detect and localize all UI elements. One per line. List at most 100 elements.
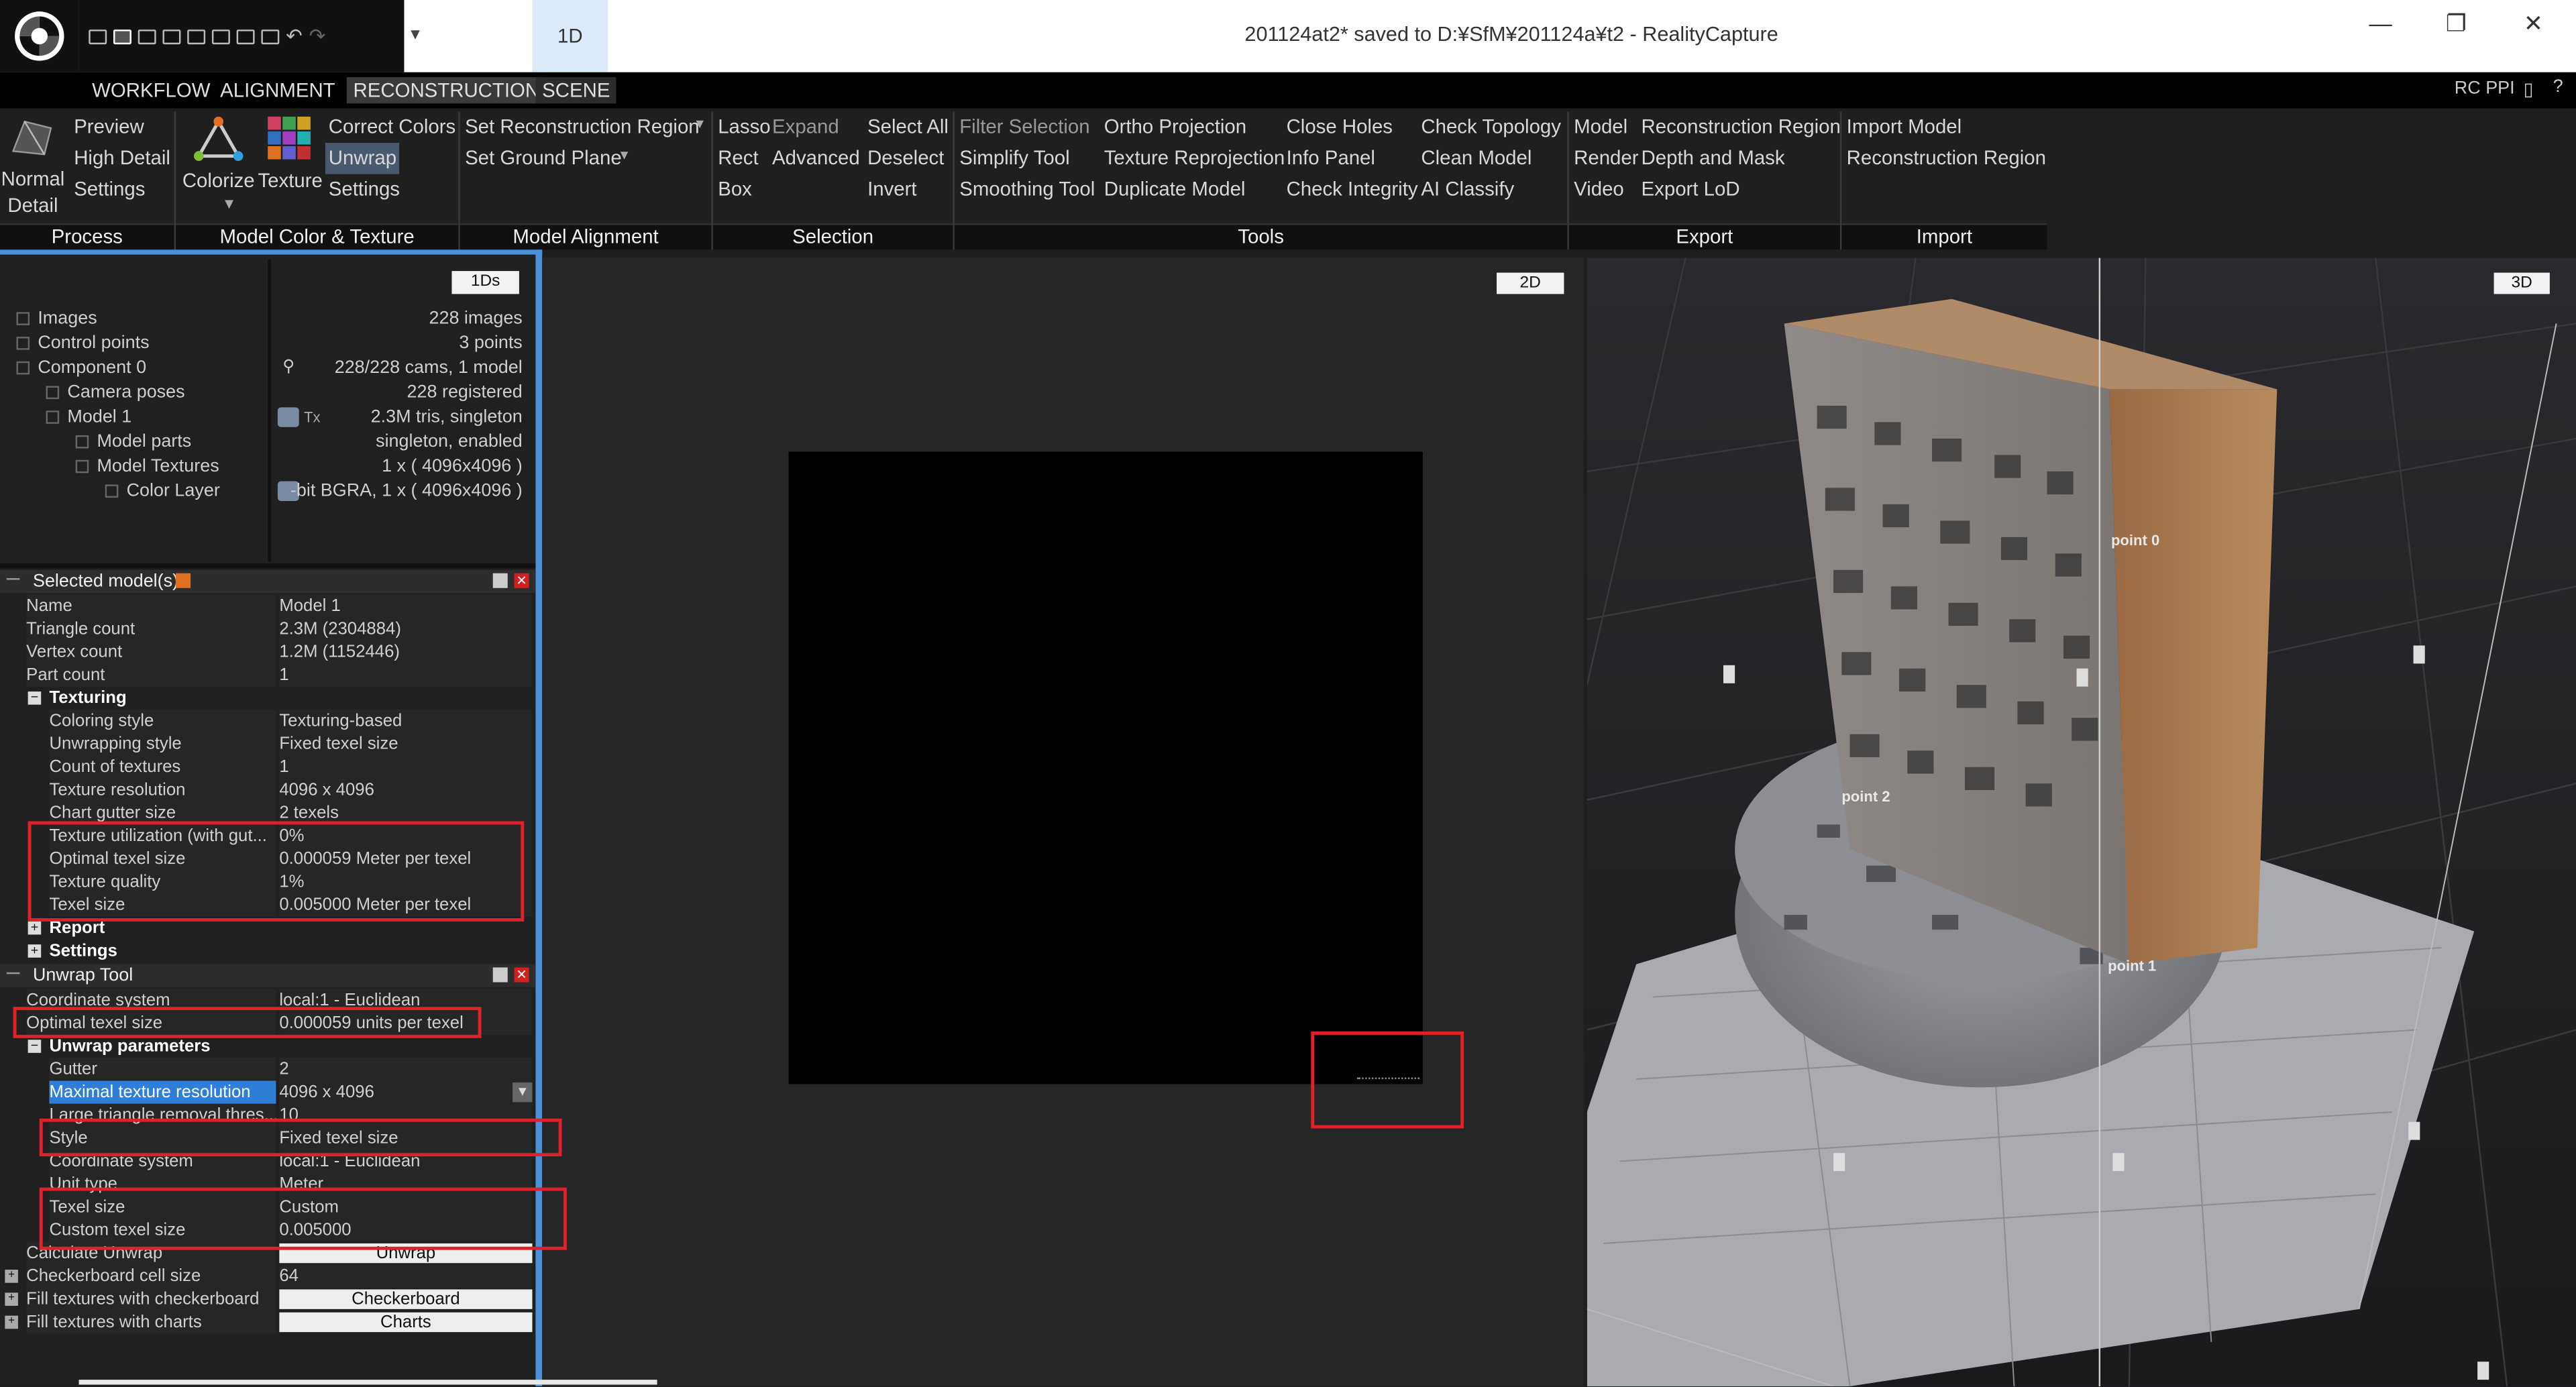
set-reconstruction-region-button[interactable]: Set Reconstruction Region xyxy=(465,112,700,144)
texture-button[interactable]: Texture xyxy=(258,166,322,197)
expand-icon[interactable] xyxy=(105,484,119,498)
clean-model-button[interactable]: Clean Model xyxy=(1421,143,1532,174)
tree-item-model[interactable]: Model 1 xyxy=(46,406,131,431)
texture-settings-button[interactable]: Settings xyxy=(329,174,400,206)
horizontal-scrollbar[interactable] xyxy=(78,1380,657,1385)
property-value[interactable]: 1.2M (1152446) xyxy=(279,641,533,664)
unwrap-tool-header[interactable]: Unwrap Tool ✕ xyxy=(0,964,536,987)
expand-icon[interactable]: + xyxy=(28,921,42,935)
property-row[interactable]: Vertex count 1.2M (1152446) xyxy=(0,641,535,664)
property-row[interactable]: Name Model 1 xyxy=(0,594,535,618)
tab-workflow[interactable]: WORKFLOW xyxy=(85,77,217,103)
close-panel-icon[interactable]: ✕ xyxy=(514,573,529,588)
tab-scene[interactable]: SCENE xyxy=(535,77,617,104)
minimize-button[interactable]: — xyxy=(2356,10,2405,36)
collapse-icon[interactable] xyxy=(75,459,89,474)
export-depth-mask-button[interactable]: Depth and Mask xyxy=(1642,143,1785,174)
texture-reprojection-button[interactable]: Texture Reprojection xyxy=(1104,143,1285,174)
redo-icon[interactable]: ↷ xyxy=(309,25,326,48)
expand-icon[interactable] xyxy=(16,312,30,325)
expand-icon[interactable] xyxy=(75,435,89,449)
texture-canvas[interactable] xyxy=(788,451,1423,1085)
property-row[interactable]: Unwrapping style Fixed texel size xyxy=(0,732,535,756)
lasso-button[interactable]: Lasso xyxy=(718,112,770,144)
collapse-icon[interactable] xyxy=(16,361,30,375)
import-model-button[interactable]: Import Model xyxy=(1847,112,1962,144)
expand-icon[interactable]: + xyxy=(5,1292,18,1306)
close-holes-button[interactable]: Close Holes xyxy=(1287,112,1393,144)
process-settings-button[interactable]: Settings xyxy=(74,174,145,206)
expand-button[interactable]: Expand xyxy=(772,112,839,144)
high-detail-button[interactable]: High Detail xyxy=(74,143,170,174)
export-lod-button[interactable]: Export LoD xyxy=(1642,174,1740,206)
layout-tab-1d[interactable]: 1D xyxy=(532,0,608,72)
collapse-icon[interactable]: − xyxy=(28,691,42,705)
property-value[interactable]: 2 xyxy=(279,1058,533,1081)
property-value[interactable]: Fixed texel size xyxy=(279,732,533,756)
view-3d[interactable] xyxy=(1587,258,2576,1386)
expand-icon[interactable]: + xyxy=(28,944,42,958)
selected-models-header[interactable]: Selected model(s) ✕ xyxy=(0,569,536,594)
export-model-button[interactable]: Model xyxy=(1574,112,1627,144)
layout-tab-1ds[interactable]: 1Ds xyxy=(451,271,519,294)
checkerboard-button[interactable]: Checkerboard xyxy=(279,1289,533,1309)
texture-icon[interactable] xyxy=(266,115,313,161)
expand-icon[interactable]: + xyxy=(5,1270,18,1283)
tree-item-model-textures[interactable]: Model Textures xyxy=(75,455,219,480)
close-button[interactable]: ✕ xyxy=(2509,10,2558,38)
collapse-icon[interactable] xyxy=(46,410,60,424)
collapse-icon[interactable] xyxy=(6,578,20,580)
quick-access-dropdown-icon[interactable]: ▾ xyxy=(411,23,420,44)
settings-section[interactable]: + Settings xyxy=(0,940,535,962)
rect-button[interactable]: Rect xyxy=(718,143,758,174)
ground-dropdown-icon[interactable]: ▼ xyxy=(618,148,631,162)
float-panel-icon[interactable] xyxy=(492,967,508,983)
restore-button[interactable]: ❐ xyxy=(2432,10,2481,38)
layout-2-icon[interactable] xyxy=(113,28,131,44)
preview-button[interactable]: Preview xyxy=(74,112,144,144)
property-row[interactable]: Triangle count 2.3M (2304884) xyxy=(0,617,535,641)
property-row[interactable]: Gutter 2 xyxy=(0,1058,535,1081)
property-value[interactable]: 64 xyxy=(279,1264,533,1288)
ortho-projection-button[interactable]: Ortho Projection xyxy=(1104,112,1246,144)
property-row[interactable]: Part count 1 xyxy=(0,663,535,687)
splitter[interactable] xyxy=(0,563,536,569)
property-value[interactable]: 2.3M (2304884) xyxy=(279,617,533,641)
simplify-tool-button[interactable]: Simplify Tool xyxy=(959,143,1069,174)
tree-item-images[interactable]: Images xyxy=(16,307,97,332)
advanced-button[interactable]: Advanced xyxy=(772,143,860,174)
float-panel-icon[interactable] xyxy=(492,573,508,588)
property-value[interactable]: 1 xyxy=(279,755,533,779)
filter-selection-button[interactable]: Filter Selection xyxy=(959,112,1089,144)
property-row[interactable]: Texture resolution 4096 x 4096 xyxy=(0,778,535,802)
correct-colors-button[interactable]: Correct Colors xyxy=(329,112,455,144)
property-row[interactable]: Maximal texture resolution 4096 x 4096 ▼ xyxy=(0,1080,535,1104)
view-tab-3d[interactable]: 3D xyxy=(2493,272,2550,294)
tree-item-camera-poses[interactable]: Camera poses xyxy=(46,381,185,406)
region-dropdown-icon[interactable]: ▼ xyxy=(693,117,706,131)
pin-icon[interactable] xyxy=(176,573,191,588)
property-value[interactable]: Texturing-based xyxy=(279,709,533,733)
invert-button[interactable]: Invert xyxy=(867,174,917,206)
unwrap-parameters-section[interactable]: − Unwrap parameters xyxy=(0,1035,535,1058)
check-topology-button[interactable]: Check Topology xyxy=(1421,112,1561,144)
expand-icon[interactable] xyxy=(46,386,60,400)
normal-detail-button[interactable]: Normal Detail xyxy=(0,166,66,218)
deselect-button[interactable]: Deselect xyxy=(867,143,944,174)
export-reconstruction-region-button[interactable]: Reconstruction Region xyxy=(1642,112,1841,144)
unwrap-button[interactable]: Unwrap xyxy=(325,143,400,174)
charts-button[interactable]: Charts xyxy=(279,1312,533,1333)
texturing-section[interactable]: − Texturing xyxy=(0,687,535,710)
expand-icon[interactable] xyxy=(16,337,30,350)
tab-alignment[interactable]: ALIGNMENT xyxy=(213,77,341,103)
layout-6-icon[interactable] xyxy=(211,28,230,44)
tree-item-model-parts[interactable]: Model parts xyxy=(75,431,191,455)
layout-1-icon[interactable] xyxy=(89,28,107,44)
tab-reconstruction[interactable]: RECONSTRUCTION xyxy=(346,77,546,104)
layout-3-icon[interactable] xyxy=(138,28,156,44)
property-row[interactable]: Coloring style Texturing-based xyxy=(0,709,535,733)
colorize-icon[interactable] xyxy=(193,115,244,164)
property-value[interactable]: Model 1 xyxy=(279,594,533,618)
info-panel-button[interactable]: Info Panel xyxy=(1287,143,1375,174)
undo-icon[interactable]: ↶ xyxy=(286,25,303,48)
